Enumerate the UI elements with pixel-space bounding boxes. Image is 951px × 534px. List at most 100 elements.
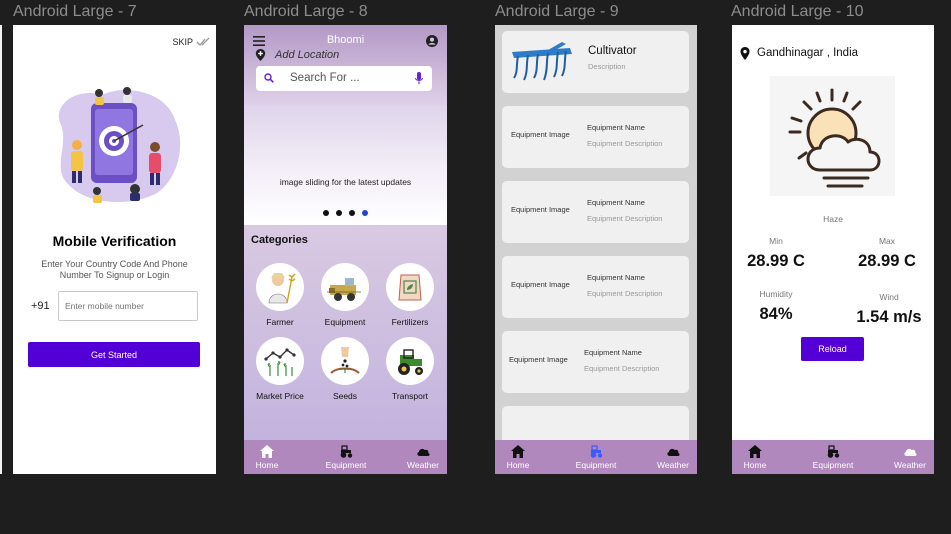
- equipment-screen: Cultivator Description Equipment Image E…: [495, 25, 697, 474]
- weather-location: Gandhinagar , India: [757, 47, 859, 59]
- slider-dot[interactable]: [349, 210, 355, 216]
- nav-home-label: Home: [255, 460, 279, 470]
- equipment-card[interactable]: Equipment Image Equipment Name Equipment…: [502, 256, 689, 318]
- cloud-icon: [904, 448, 917, 456]
- nav-weather-label: Weather: [894, 460, 926, 470]
- skip-label: SKIP: [172, 37, 193, 47]
- category-label: Fertilizers: [391, 317, 429, 327]
- page-subtitle: Enter Your Country Code And Phone Number…: [41, 259, 188, 280]
- equipment-name: Equipment Name: [584, 348, 642, 357]
- nav-weather[interactable]: Weather: [398, 445, 447, 470]
- categories-title: Categories: [251, 234, 308, 246]
- country-code[interactable]: +91: [31, 300, 50, 312]
- category-equipment[interactable]: Equipment: [315, 263, 375, 327]
- add-location-pin-icon[interactable]: [255, 49, 266, 61]
- equipment-name: Equipment Name: [587, 123, 645, 132]
- nav-home[interactable]: Home: [244, 445, 292, 470]
- slider-caption: image sliding for the latest updates: [279, 177, 412, 187]
- equipment-card[interactable]: Equipment Image Equipment Name Equipment…: [502, 181, 689, 243]
- updates-image-slider[interactable]: image sliding for the latest updates: [244, 105, 447, 225]
- reload-button[interactable]: Reload: [801, 337, 864, 361]
- tractor-nav-icon: [590, 445, 603, 458]
- nav-equipment-label: Equipment: [575, 460, 617, 470]
- harvester-icon: [327, 278, 361, 301]
- nav-weather[interactable]: Weather: [648, 445, 697, 470]
- get-started-button[interactable]: Get Started: [28, 342, 200, 367]
- max-temp-label: Max: [878, 236, 896, 246]
- microphone-icon[interactable]: [415, 72, 423, 85]
- weather-condition-image: [770, 76, 895, 196]
- home-icon: [260, 445, 274, 458]
- wind-label: Wind: [879, 292, 899, 302]
- search-icon: [264, 73, 274, 83]
- frame-title-7: Android Large - 7: [13, 3, 137, 20]
- add-location-link[interactable]: Add Location: [275, 49, 339, 61]
- cloud-icon: [417, 448, 430, 456]
- nav-weather-active[interactable]: Weather: [885, 445, 934, 470]
- slider-dot-active[interactable]: [362, 210, 368, 216]
- category-transport[interactable]: Transport: [380, 337, 440, 401]
- weather-condition: Haze: [823, 214, 843, 224]
- category-farmer[interactable]: Farmer: [250, 263, 310, 327]
- nav-weather-label: Weather: [657, 460, 689, 470]
- equipment-image-placeholder: Equipment Image: [511, 280, 570, 289]
- frame-title-10: Android Large - 10: [731, 3, 864, 20]
- home-icon: [511, 445, 525, 458]
- category-market-price[interactable]: Market Price: [250, 337, 310, 401]
- equipment-card[interactable]: Equipment Image Equipment Name Equipment…: [502, 331, 689, 393]
- category-label: Seeds: [332, 391, 358, 401]
- nav-equipment-active[interactable]: Equipment: [571, 445, 621, 470]
- category-label: Equipment: [324, 317, 366, 327]
- equipment-card[interactable]: Equipment Image Equipment Name Equipment…: [502, 106, 689, 168]
- equipment-description: Equipment Description: [584, 364, 660, 373]
- partly-cloudy-icon: [788, 88, 881, 188]
- bottom-navigation: Home Equipment Weather: [495, 440, 697, 474]
- nav-home[interactable]: Home: [495, 445, 543, 470]
- previous-frame-edge: [0, 25, 2, 474]
- nav-home[interactable]: Home: [732, 445, 780, 470]
- nav-home-label: Home: [743, 460, 767, 470]
- category-seeds[interactable]: Seeds: [315, 337, 375, 401]
- category-label: Market Price: [256, 391, 304, 401]
- double-check-icon: [196, 37, 210, 46]
- category-label: Farmer: [266, 317, 294, 327]
- max-temp-value: 28.99 C: [858, 252, 916, 270]
- humidity-label: Humidity: [759, 289, 793, 299]
- home-screen: Bhoomi Add Location Search For ... image…: [244, 25, 447, 474]
- equipment-card-featured[interactable]: Cultivator Description: [502, 31, 689, 93]
- slider-dot[interactable]: [323, 210, 329, 216]
- cultivator-image: [512, 42, 572, 81]
- search-bar[interactable]: Search For ...: [256, 66, 432, 91]
- slider-dot[interactable]: [336, 210, 342, 216]
- category-fertilizers[interactable]: Fertilizers: [380, 263, 440, 327]
- mobile-number-input[interactable]: [58, 291, 198, 321]
- category-label: Transport: [391, 391, 429, 401]
- search-placeholder: Search For ...: [290, 72, 360, 84]
- home-icon: [748, 445, 762, 458]
- weather-screen: Gandhinagar , India Haze Min 28.99 C Max…: [732, 25, 934, 474]
- min-temp-value: 28.99 C: [747, 252, 805, 270]
- equipment-image-placeholder: Equipment Image: [509, 355, 568, 364]
- equipment-description: Equipment Description: [587, 139, 663, 148]
- bottom-navigation: Home Equipment Weather: [732, 440, 934, 474]
- tractor-nav-icon: [827, 445, 840, 458]
- skip-button[interactable]: SKIP: [172, 37, 210, 47]
- nav-equipment-label: Equipment: [325, 460, 367, 470]
- equipment-image-placeholder: Equipment Image: [511, 130, 570, 139]
- account-icon[interactable]: [426, 35, 438, 47]
- nav-equipment[interactable]: Equipment: [321, 445, 371, 470]
- nav-home-label: Home: [506, 460, 530, 470]
- verification-screen: SKIP Mobile Verification Enter Your Coun…: [13, 25, 216, 474]
- frame-title-8: Android Large - 8: [244, 3, 368, 20]
- seeds-icon: [330, 347, 360, 374]
- wind-value: 1.54 m/s: [856, 308, 922, 326]
- min-temp-label: Min: [769, 236, 783, 246]
- nav-weather-label: Weather: [407, 460, 439, 470]
- tractor-icon: [398, 349, 423, 375]
- nav-equipment[interactable]: Equipment: [808, 445, 858, 470]
- nav-equipment-label: Equipment: [812, 460, 854, 470]
- slider-dots: [323, 210, 368, 216]
- frame-title-9: Android Large - 9: [495, 3, 619, 20]
- equipment-name: Equipment Name: [587, 198, 645, 207]
- equipment-description: Equipment Description: [587, 214, 663, 223]
